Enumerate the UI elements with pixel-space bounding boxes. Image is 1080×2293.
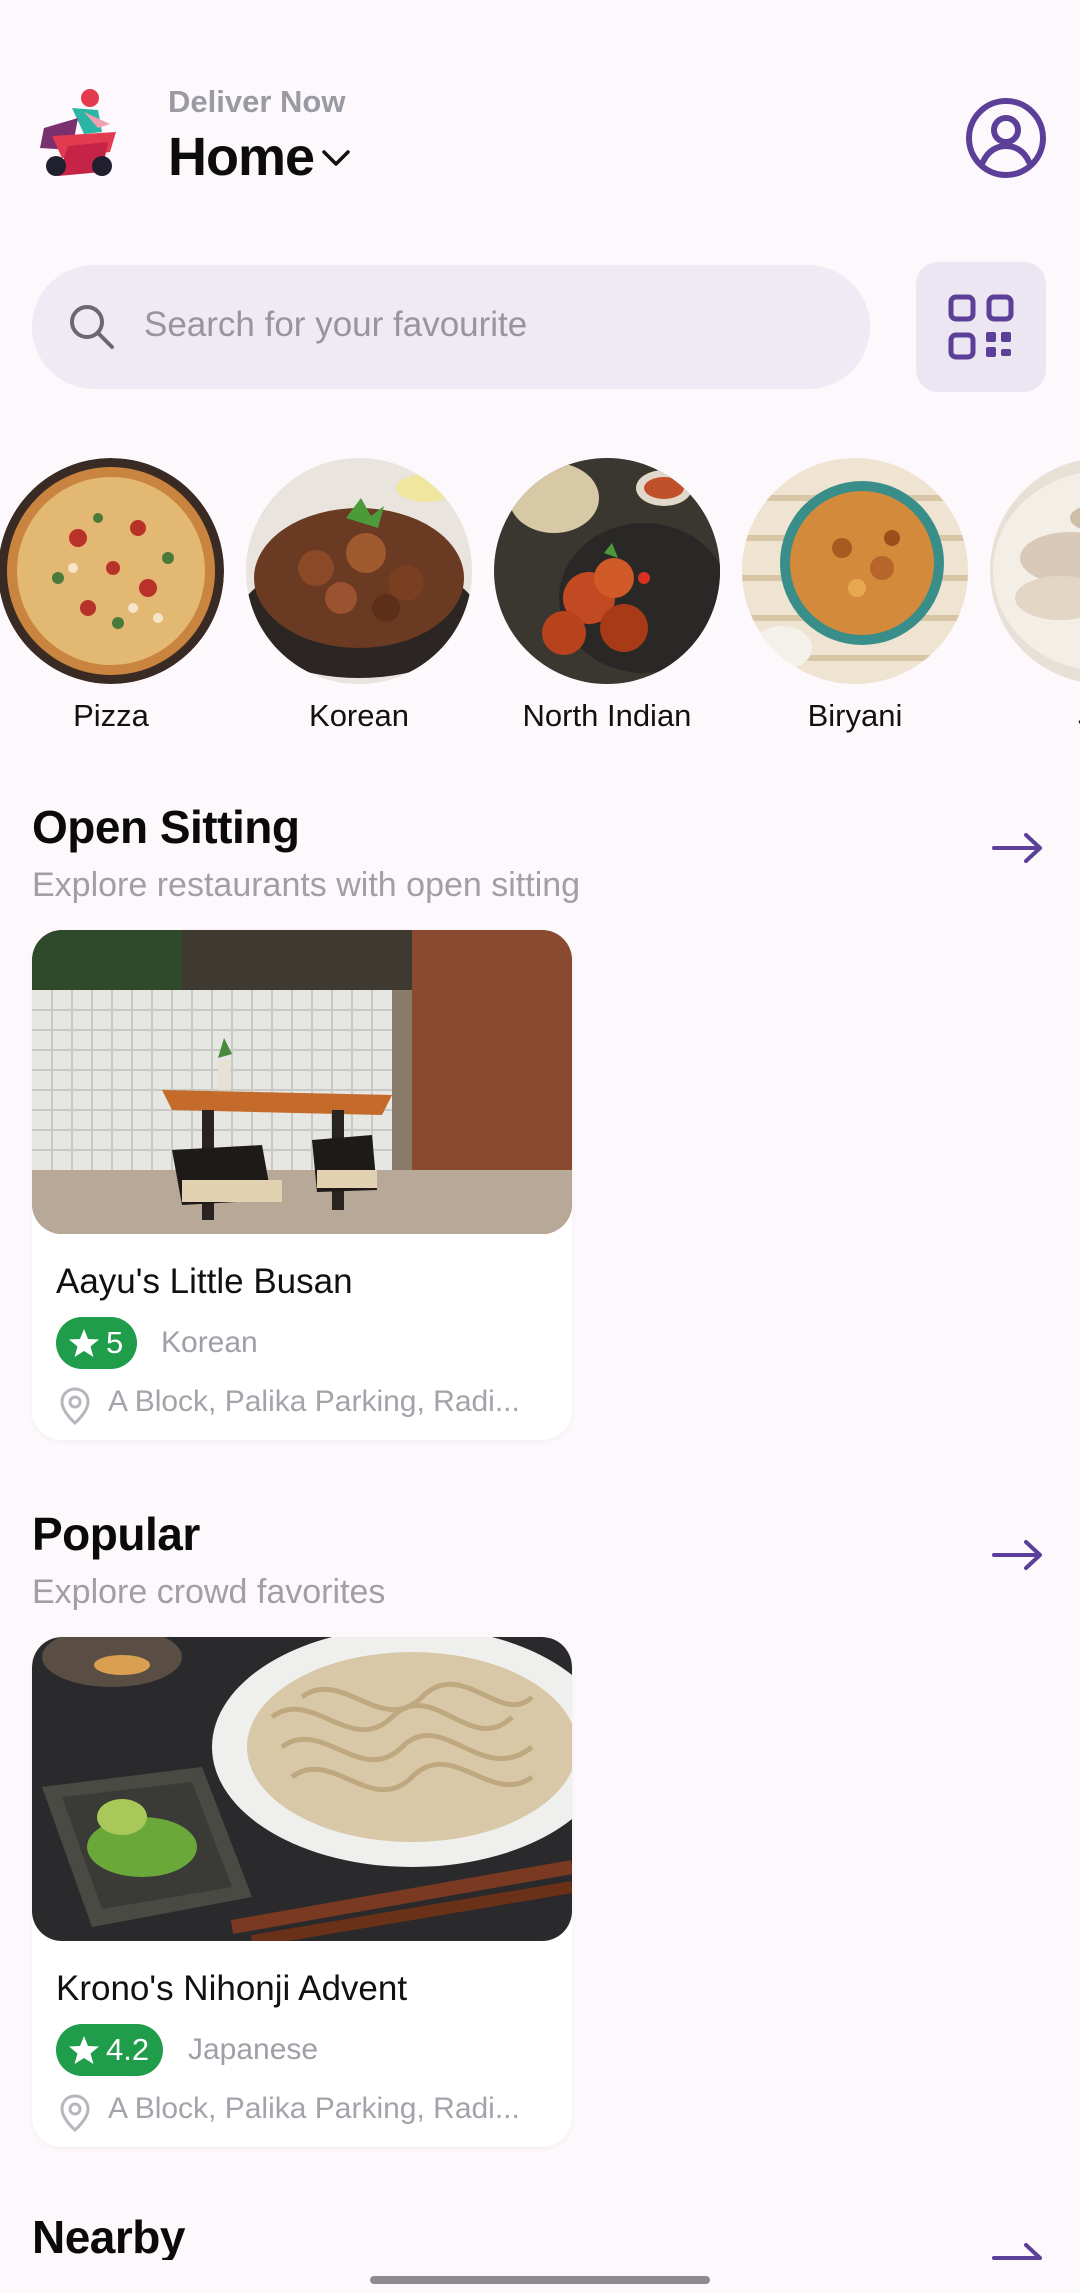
category-image <box>990 458 1080 684</box>
category-label: Korean <box>309 698 409 733</box>
restaurant-name: Aayu's Little Busan <box>56 1262 353 1301</box>
category-carousel[interactable]: Pizza Korean North Indian Biryani <box>0 458 1080 738</box>
section-subtitle-open-sitting: Explore restaurants with open sitting <box>32 866 581 904</box>
location-selector[interactable]: Home <box>168 126 352 188</box>
restaurant-image <box>32 1637 572 1941</box>
delivery-rider-logo <box>32 88 124 180</box>
category-item-north-indian[interactable]: North Indian <box>494 458 720 734</box>
category-image <box>0 458 224 684</box>
header: Deliver Now Home <box>32 78 1048 198</box>
location-name: Home <box>168 127 315 187</box>
category-label: Jap <box>990 698 1080 734</box>
category-image <box>742 458 968 684</box>
category-item-pizza[interactable]: Pizza <box>0 458 224 734</box>
section-title-popular: Popular <box>32 1508 200 1560</box>
category-label: Biryani <box>807 698 903 733</box>
star-icon <box>69 1329 99 1357</box>
search-placeholder: Search for your favourite <box>144 305 528 344</box>
restaurant-image <box>32 930 572 1234</box>
arrow-right-icon[interactable] <box>990 1535 1046 1580</box>
location-pin-icon <box>58 2093 92 2138</box>
restaurant-address: A Block, Palika Parking, Radi... <box>108 1385 520 1418</box>
category-label: Pizza <box>73 698 149 733</box>
restaurant-name: Krono's Nihonji Advent <box>56 1969 408 2008</box>
rating-badge: 5 <box>56 1317 138 1369</box>
restaurant-address: A Block, Palika Parking, Radi... <box>108 2092 520 2125</box>
chevron-down-icon <box>320 147 352 174</box>
search-input[interactable]: Search for your favourite <box>32 265 870 389</box>
home-screen: Deliver Now Home Search for your favouri… <box>0 0 1080 2293</box>
qr-scan-button[interactable] <box>916 262 1046 392</box>
cuisine-label: Korean <box>161 1326 258 1359</box>
category-item-korean[interactable]: Korean <box>246 458 472 734</box>
restaurant-card-open-sitting[interactable]: Aayu's Little Busan 5 Korean A Block, Pa… <box>32 930 572 1440</box>
restaurant-card-popular[interactable]: Krono's Nihonji Advent 4.2 Japanese A Bl… <box>32 1637 572 2147</box>
nearby-section: Nearby <box>0 2180 1080 2260</box>
search-icon <box>66 301 118 358</box>
star-icon <box>69 2036 99 2064</box>
rating-badge: 4.2 <box>56 2024 164 2076</box>
category-image <box>246 458 472 684</box>
section-title-nearby: Nearby <box>32 2211 185 2260</box>
cuisine-label: Japanese <box>188 2033 319 2066</box>
section-title-open-sitting: Open Sitting <box>32 801 300 853</box>
arrow-right-icon[interactable] <box>990 828 1046 873</box>
rating-value: 5 <box>106 1325 124 1360</box>
category-item-biryani[interactable]: Biryani <box>742 458 968 734</box>
category-image <box>494 458 720 684</box>
section-subtitle-popular: Explore crowd favorites <box>32 1573 386 1611</box>
rating-value: 4.2 <box>106 2032 150 2067</box>
home-indicator[interactable] <box>370 2276 710 2284</box>
deliver-now-label: Deliver Now <box>168 84 346 119</box>
user-circle-icon[interactable] <box>964 96 1048 180</box>
location-pin-icon <box>58 1386 92 1431</box>
category-item-japanese[interactable]: Jap <box>990 458 1080 734</box>
category-label: North Indian <box>522 698 692 733</box>
arrow-right-icon[interactable] <box>990 2238 1046 2260</box>
qr-code-icon <box>948 294 1014 360</box>
